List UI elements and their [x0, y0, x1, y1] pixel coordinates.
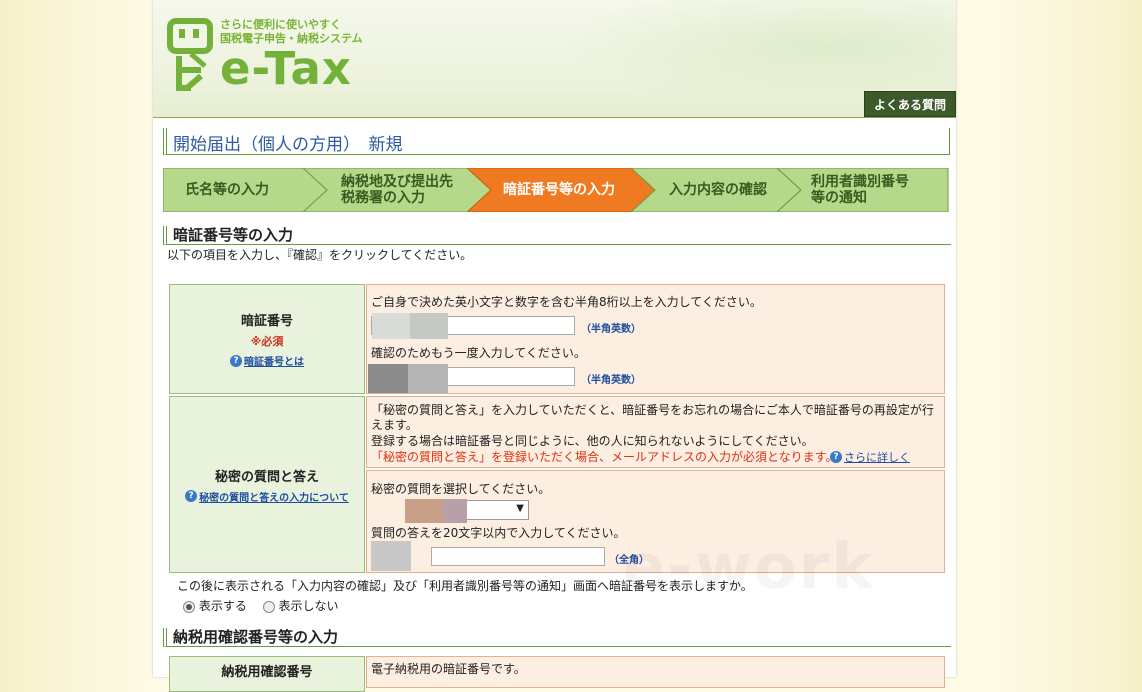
- help-icon: ?: [230, 354, 242, 367]
- payment-header-cell: 納税用確認番号: [169, 656, 365, 692]
- section-title-pin: 暗証番号等の入力: [163, 226, 951, 245]
- more-details-link[interactable]: ? さらに詳しく: [830, 449, 910, 465]
- etax-mascot-icon: [167, 18, 213, 91]
- display-pin-radios: 表示する 表示しない: [183, 597, 339, 614]
- faq-button[interactable]: よくある質問: [864, 91, 956, 117]
- required-mark: ※必須: [250, 335, 284, 348]
- payment-desc-cell: 電子納税用の暗証番号です。: [366, 656, 945, 688]
- help-icon: ?: [185, 490, 198, 502]
- step-3: 暗証番号等の入力: [467, 168, 657, 212]
- section-title-payment: 納税用確認番号等の入力: [163, 628, 951, 647]
- secret-answer-input[interactable]: [431, 547, 605, 566]
- site-header: さらに便利に使いやすく 国税電子申告・納税システム e-Tax よくある質問: [153, 0, 956, 118]
- secret-info-cell: 「秘密の質問と答え」を入力していただくと、暗証番号をお忘れの場合にご本人で暗証番…: [366, 396, 945, 468]
- pin-header-cell: 暗証番号 ※必須 ? 暗証番号とは: [169, 284, 365, 394]
- step-4: 入力内容の確認: [631, 168, 801, 212]
- secret-header-cell: 秘密の質問と答え ? 秘密の質問と答えの入力について: [169, 396, 365, 573]
- pin-help-link[interactable]: ? 暗証番号とは: [230, 353, 304, 368]
- page: さらに便利に使いやすく 国税電子申告・納税システム e-Tax よくある質問 開…: [153, 0, 956, 692]
- progress-steps: 氏名等の入力 納税地及び提出先 税務署の入力 暗証番号等の入力 入力内容の確認 …: [163, 168, 949, 212]
- etax-logo[interactable]: e-Tax: [220, 44, 352, 94]
- pin-input-cell: ご自身で決めた英小文字と数字を含む半角8桁以上を入力してください。 （半角英数）…: [366, 284, 945, 394]
- radio-hide[interactable]: 表示しない: [262, 599, 339, 613]
- step-2: 納税地及び提出先 税務署の入力: [303, 168, 493, 212]
- instruction-text: 以下の項目を入力し、『確認』をクリックしてください。: [167, 248, 473, 262]
- page-title: 開始届出（個人の方用） 新規: [163, 128, 950, 155]
- secret-help-link[interactable]: ? 秘密の質問と答えの入力について: [185, 489, 349, 504]
- step-5: 利用者識別番号 等の通知: [777, 168, 949, 212]
- radio-show[interactable]: 表示する: [183, 599, 247, 613]
- radio-hide-button[interactable]: [262, 600, 275, 613]
- chevron-down-icon: ▼: [516, 503, 524, 514]
- help-icon: ?: [830, 451, 842, 463]
- radio-show-button[interactable]: [183, 600, 195, 613]
